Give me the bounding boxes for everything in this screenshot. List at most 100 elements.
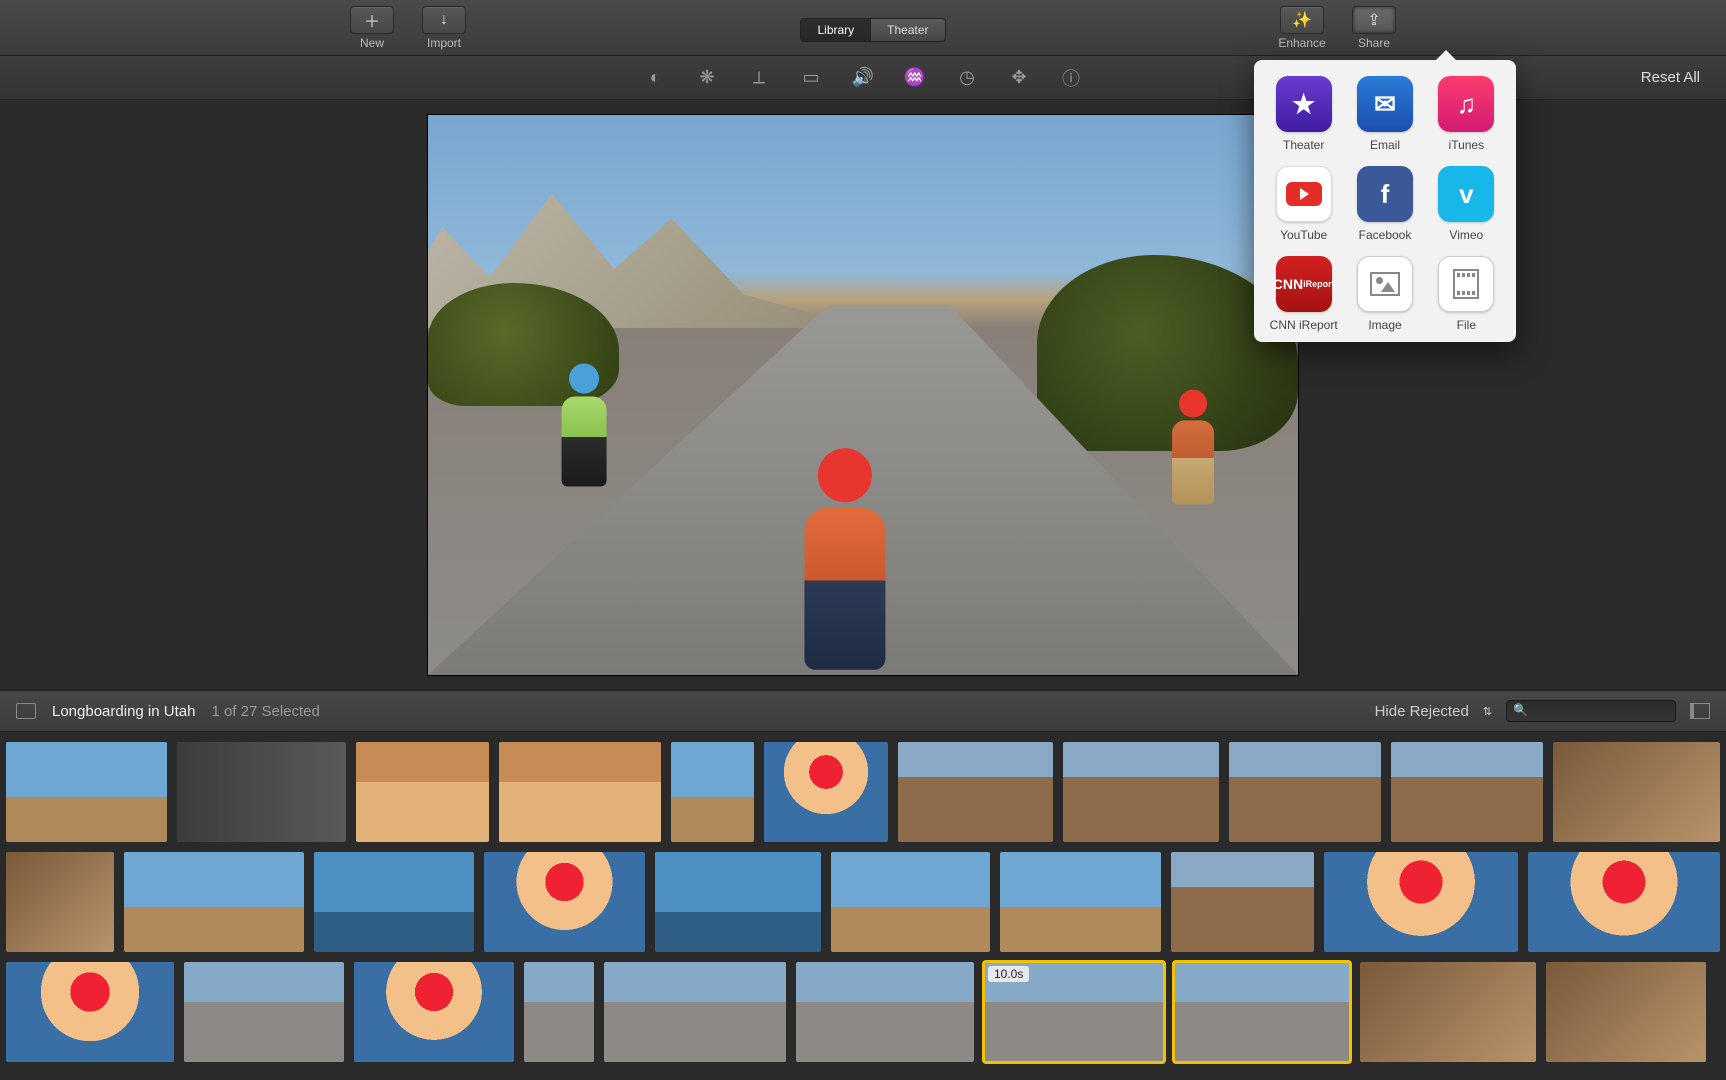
clip-thumbnail[interactable] bbox=[604, 962, 786, 1062]
view-segmented: Library Theater bbox=[800, 18, 945, 42]
clip-thumbnail[interactable] bbox=[1528, 852, 1720, 952]
enhance-button-label: Enhance bbox=[1278, 36, 1325, 50]
clip-thumbnail[interactable] bbox=[1360, 962, 1536, 1062]
share-itunes-label: iTunes bbox=[1449, 138, 1485, 152]
clip-thumbnail[interactable] bbox=[1229, 742, 1381, 842]
clip-thumbnail[interactable] bbox=[124, 852, 305, 952]
filter-dropdown[interactable]: Hide Rejected bbox=[1375, 703, 1469, 720]
share-youtube[interactable]: YouTube bbox=[1268, 166, 1339, 242]
clip-thumbnail[interactable] bbox=[524, 962, 594, 1062]
clip-thumbnail[interactable] bbox=[484, 852, 645, 952]
share-file-icon bbox=[1438, 256, 1494, 312]
effects-icon[interactable]: ✥ bbox=[1006, 65, 1032, 91]
clip-thumbnail[interactable] bbox=[1000, 852, 1161, 952]
share-facebook-icon: f bbox=[1357, 166, 1413, 222]
plus-icon: ＋ bbox=[364, 8, 380, 32]
scene-skater-left bbox=[545, 364, 623, 487]
share-image-icon bbox=[1357, 256, 1413, 312]
clip-thumbnail[interactable] bbox=[499, 742, 660, 842]
share-email-label: Email bbox=[1370, 138, 1400, 152]
share-button[interactable]: ⇪ Share bbox=[1342, 6, 1406, 50]
share-vimeo[interactable]: v Vimeo bbox=[1431, 166, 1502, 242]
clip-thumbnail[interactable] bbox=[6, 962, 174, 1062]
share-file[interactable]: File bbox=[1431, 256, 1502, 332]
stabilize-icon[interactable]: ▭ bbox=[798, 65, 824, 91]
clip-browser[interactable]: 10.0s bbox=[0, 732, 1726, 1080]
share-button-label: Share bbox=[1358, 36, 1390, 50]
share-popover: ★ Theater ✉ Email ♫ iTunes YouTube f Facebook v Vi… bbox=[1254, 60, 1516, 342]
clip-thumbnail[interactable] bbox=[1324, 852, 1518, 952]
selection-count: 1 of 27 Selected bbox=[211, 703, 319, 720]
share-file-label: File bbox=[1457, 318, 1476, 332]
share-email-icon: ✉ bbox=[1357, 76, 1413, 132]
clip-thumbnail[interactable] bbox=[354, 962, 514, 1062]
share-theater[interactable]: ★ Theater bbox=[1268, 76, 1339, 152]
share-youtube-label: YouTube bbox=[1280, 228, 1327, 242]
event-title: Longboarding in Utah bbox=[52, 703, 195, 720]
clip-thumbnail[interactable] bbox=[314, 852, 474, 952]
scene-skater-main bbox=[775, 449, 916, 670]
clip-thumbnail[interactable]: 10.0s bbox=[984, 962, 1164, 1062]
download-icon: ↓ bbox=[440, 11, 448, 29]
clip-thumbnail[interactable] bbox=[6, 742, 167, 842]
favorite-filter-icon[interactable] bbox=[16, 703, 36, 719]
new-button[interactable]: ＋ New bbox=[340, 6, 404, 50]
share-vimeo-icon: v bbox=[1438, 166, 1494, 222]
wand-icon: ✨ bbox=[1292, 10, 1312, 30]
info-icon[interactable]: ⓘ bbox=[1058, 65, 1084, 91]
clip-duration-badge: 10.0s bbox=[988, 966, 1029, 982]
share-cnn-ireport-icon: CNNiReport bbox=[1276, 256, 1332, 312]
share-theater-icon: ★ bbox=[1276, 76, 1332, 132]
share-theater-label: Theater bbox=[1283, 138, 1324, 152]
clip-thumbnail[interactable] bbox=[1391, 742, 1543, 842]
chevron-updown-icon: ⇅ bbox=[1483, 705, 1492, 718]
clip-thumbnail[interactable] bbox=[671, 742, 755, 842]
share-image[interactable]: Image bbox=[1349, 256, 1420, 332]
preview-canvas[interactable] bbox=[428, 115, 1298, 675]
clip-thumbnail[interactable] bbox=[764, 742, 887, 842]
share-facebook-label: Facebook bbox=[1359, 228, 1412, 242]
clip-row bbox=[6, 852, 1720, 952]
clip-thumbnail[interactable] bbox=[796, 962, 974, 1062]
enhance-button[interactable]: ✨ Enhance bbox=[1270, 6, 1334, 50]
clip-thumbnail[interactable] bbox=[1171, 852, 1313, 952]
clip-thumbnail[interactable] bbox=[898, 742, 1054, 842]
tab-theater[interactable]: Theater bbox=[871, 19, 944, 41]
share-cnn-ireport[interactable]: CNNiReport CNN iReport bbox=[1268, 256, 1339, 332]
layout-toggle-icon[interactable] bbox=[1690, 703, 1710, 719]
share-email[interactable]: ✉ Email bbox=[1349, 76, 1420, 152]
clip-thumbnail[interactable] bbox=[1063, 742, 1219, 842]
clip-thumbnail[interactable] bbox=[831, 852, 991, 952]
clip-thumbnail[interactable] bbox=[655, 852, 820, 952]
share-youtube-icon bbox=[1276, 166, 1332, 222]
clip-row bbox=[6, 742, 1720, 842]
clip-thumbnail[interactable] bbox=[1553, 742, 1720, 842]
crop-icon[interactable]: ⟂ bbox=[746, 65, 772, 91]
import-button[interactable]: ↓ Import bbox=[412, 6, 476, 50]
equalizer-icon[interactable]: ♒ bbox=[902, 65, 928, 91]
share-icon: ⇪ bbox=[1367, 10, 1380, 30]
main-toolbar: ＋ New ↓ Import Library Theater ✨ Enhance… bbox=[0, 0, 1726, 56]
clip-thumbnail[interactable] bbox=[1546, 962, 1706, 1062]
share-facebook[interactable]: f Facebook bbox=[1349, 166, 1420, 242]
share-itunes-icon: ♫ bbox=[1438, 76, 1494, 132]
search-input[interactable] bbox=[1506, 700, 1676, 722]
import-button-label: Import bbox=[427, 36, 461, 50]
speed-icon[interactable]: ◷ bbox=[954, 65, 980, 91]
share-vimeo-label: Vimeo bbox=[1449, 228, 1483, 242]
volume-icon[interactable]: 🔊 bbox=[850, 65, 876, 91]
clip-thumbnail[interactable] bbox=[184, 962, 344, 1062]
reset-all-button[interactable]: Reset All bbox=[1641, 69, 1700, 86]
color-balance-icon[interactable]: ◐ bbox=[642, 65, 668, 91]
tab-library[interactable]: Library bbox=[801, 19, 871, 41]
new-button-label: New bbox=[360, 36, 384, 50]
filter-icon[interactable]: ❋ bbox=[694, 65, 720, 91]
share-itunes[interactable]: ♫ iTunes bbox=[1431, 76, 1502, 152]
clip-row: 10.0s bbox=[6, 962, 1720, 1062]
clip-thumbnail[interactable] bbox=[177, 742, 346, 842]
clip-thumbnail[interactable] bbox=[1174, 962, 1350, 1062]
clip-thumbnail[interactable] bbox=[6, 852, 114, 952]
clip-thumbnail[interactable] bbox=[356, 742, 489, 842]
event-header: Longboarding in Utah 1 of 27 Selected Hi… bbox=[0, 690, 1726, 732]
share-cnn-ireport-label: CNN iReport bbox=[1270, 318, 1338, 332]
